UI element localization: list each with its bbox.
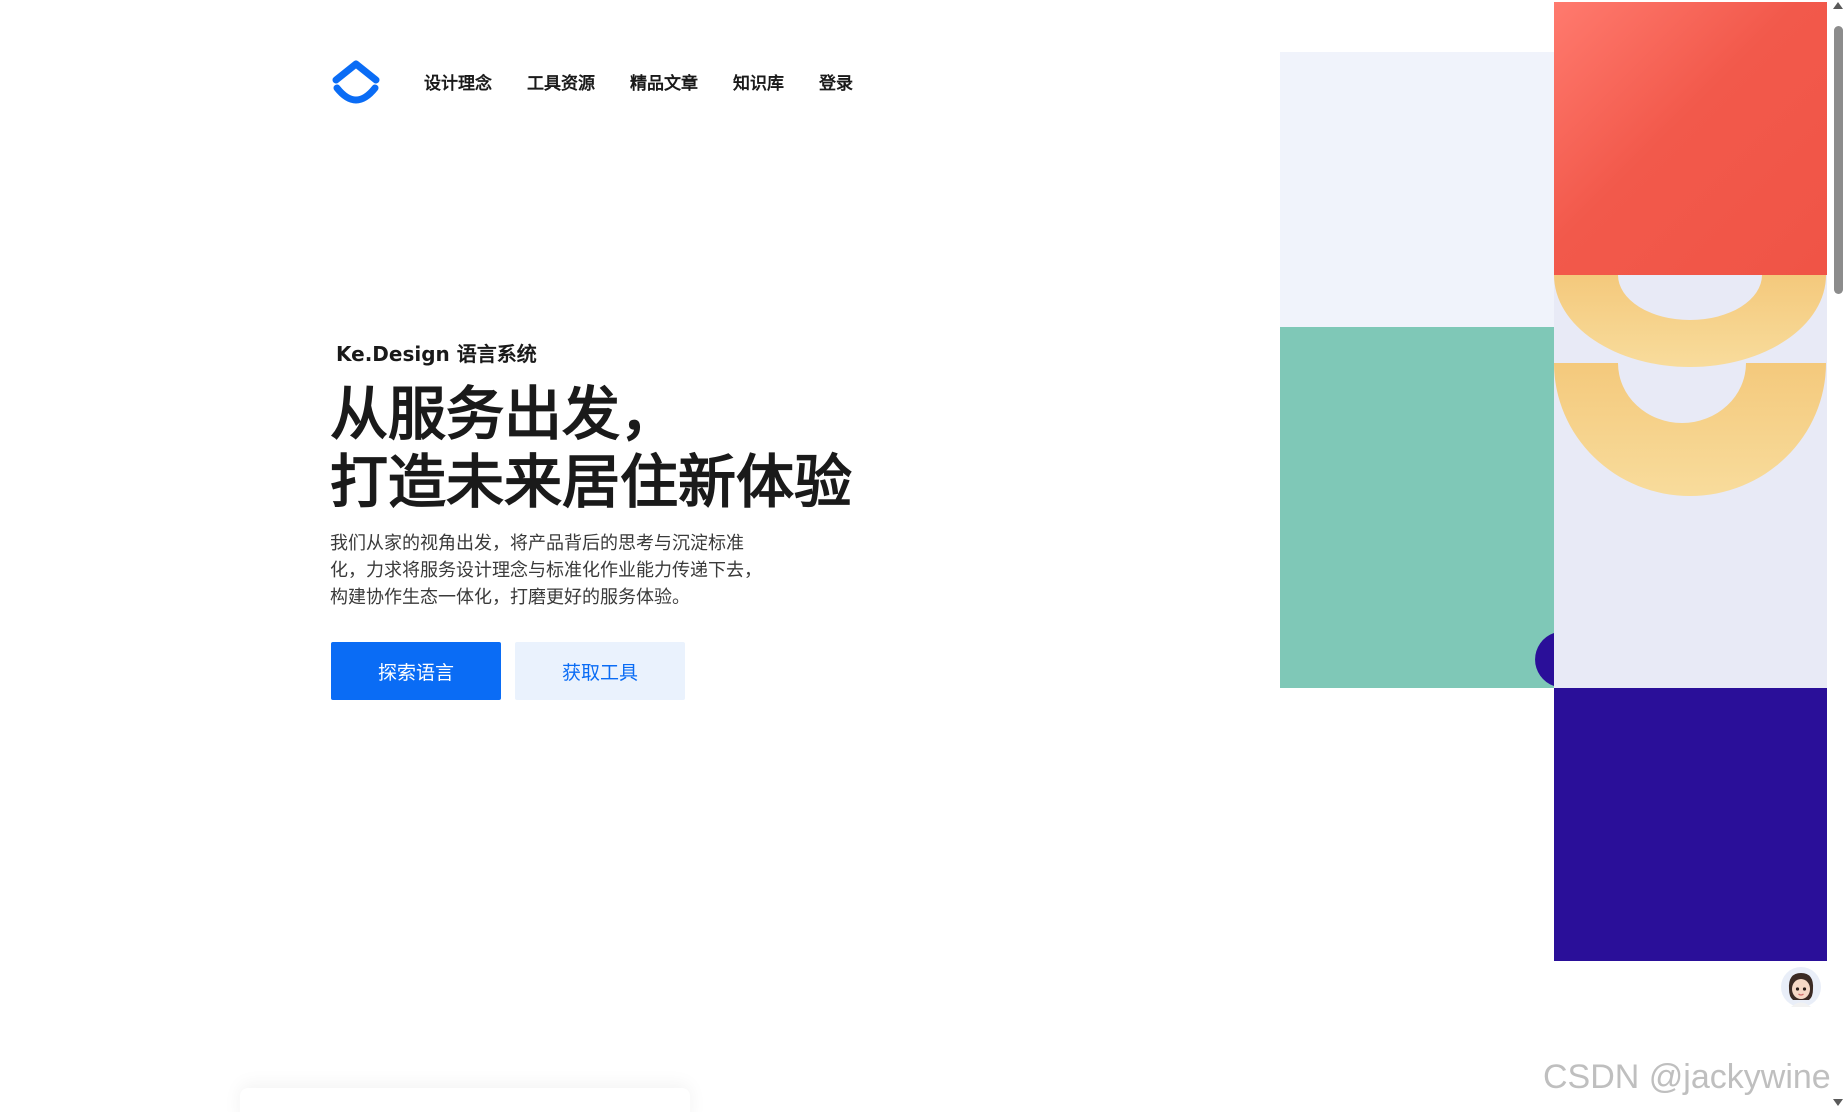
- hero-description: 我们从家的视角出发，将产品背后的思考与沉淀标准 化，力求将服务设计理念与标准化作…: [330, 530, 790, 611]
- page: 设计理念 工具资源 精品文章 知识库 登录 Ke.Design 语言系统 从服务…: [0, 0, 1847, 1112]
- description-line: 化，力求将服务设计理念与标准化作业能力传递下去，: [330, 560, 762, 581]
- headline-line-2: 打造未来居住新体验: [330, 448, 853, 516]
- pale-block: [1280, 52, 1554, 327]
- headline-line-1: 从服务出发，: [330, 380, 679, 448]
- explore-language-button[interactable]: 探索语言: [331, 642, 501, 700]
- top-nav: 设计理念 工具资源 精品文章 知识库 登录: [424, 72, 888, 96]
- description-line: 构建协作生态一体化，打磨更好的服务体验。: [330, 587, 690, 608]
- scrollbar-thumb[interactable]: [1834, 26, 1843, 294]
- indigo-block: [1554, 688, 1827, 961]
- hero-illustration: [1280, 2, 1827, 961]
- chat-assistant-avatar-icon[interactable]: [1780, 966, 1822, 1008]
- scroll-down-arrow-icon[interactable]: [1833, 1099, 1843, 1106]
- teal-block: [1280, 327, 1554, 688]
- coral-square: [1554, 2, 1827, 275]
- nav-item-design-philosophy[interactable]: 设计理念: [424, 72, 492, 96]
- get-tools-button[interactable]: 获取工具: [515, 642, 685, 700]
- brand-subtitle: Ke.Design 语言系统: [336, 342, 537, 366]
- nav-item-knowledge-base[interactable]: 知识库: [733, 72, 784, 96]
- description-line: 我们从家的视角出发，将产品背后的思考与沉淀标准: [330, 533, 744, 554]
- bottom-card: [240, 1088, 690, 1112]
- nav-item-featured-articles[interactable]: 精品文章: [630, 72, 698, 96]
- ke-logo-icon[interactable]: [330, 58, 382, 108]
- vertical-scrollbar[interactable]: [1830, 0, 1847, 1112]
- nav-item-login[interactable]: 登录: [819, 72, 853, 96]
- scroll-up-arrow-icon[interactable]: [1833, 2, 1843, 9]
- nav-item-tool-resources[interactable]: 工具资源: [527, 72, 595, 96]
- watermark: CSDN @jackywine1: [1543, 1058, 1847, 1096]
- hero-headline: 从服务出发， 打造未来居住新体验: [330, 380, 852, 516]
